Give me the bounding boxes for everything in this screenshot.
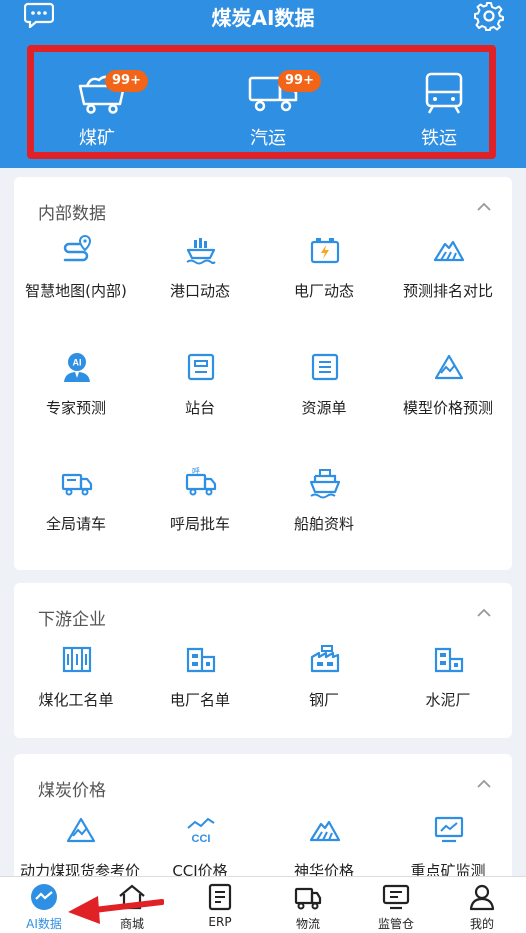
factory-building-icon [186,647,216,673]
grid-item-platform[interactable]: 站台 [138,351,262,431]
grid-item-label: 预测排名对比 [402,282,493,300]
user-icon [469,884,495,911]
cement-building-icon [434,647,464,673]
chevron-up-icon[interactable] [476,776,492,792]
tab-label: 我的 [469,917,494,931]
coal-pile-icon [433,240,465,262]
grid-item-label: 电厂名单 [169,691,230,709]
mountain-chart-icon [66,817,96,843]
grid-item-global-car-request[interactable]: 全局请车 [14,467,138,547]
tab-erp[interactable]: ERP [176,877,264,933]
grid-item-label: 站台 [184,399,215,417]
coal-pile-icon [309,820,341,842]
coal-mine-entry[interactable]: 99+ 煤矿 [37,60,157,150]
section-title: 煤炭价格 [38,781,106,801]
grid-item-label: 煤化工名单 [38,691,114,709]
battery-icon [310,238,340,264]
transport-panel: 99+ 煤矿 99+ 汽运 铁运 [27,45,496,159]
ai-expert-icon: AI [64,353,90,382]
grid-item-label: 船舶资料 [293,515,354,533]
document-icon [311,353,339,381]
train-icon [425,72,463,114]
truck-icon [294,887,322,910]
grid-item-smart-map[interactable]: 智慧地图(内部) [14,234,138,314]
truck-transport-entry[interactable]: 99+ 汽运 [208,60,328,150]
grid-item-label: 电厂动态 [293,282,354,300]
grid-item-ship-info[interactable]: 船舶资料 [262,467,386,547]
document-icon [208,883,232,911]
grid-item-model-price[interactable]: 模型价格预测 [386,351,510,431]
grid-item-label: 专家预测 [45,399,106,417]
grid-item-label: 港口动态 [169,282,230,300]
tab-logistics[interactable]: 物流 [264,877,352,933]
annotation-arrow [68,896,164,924]
truck-approval-icon: 呼 [185,467,217,496]
app-title: 煤炭AI数据 [211,6,315,30]
grid-item-bureau-approval[interactable]: 呼 呼局批车 [138,467,262,547]
top-bar: 煤炭AI数据 [0,0,526,34]
ship-icon [186,238,216,265]
tab-label: 物流 [295,917,320,931]
section-title: 内部数据 [38,204,106,224]
grid-item-plant-list[interactable]: 电厂名单 [138,643,262,723]
chevron-up-icon[interactable] [476,605,492,621]
grid-item-label: 钢厂 [308,691,339,709]
platform-icon [187,353,215,381]
grid-item-expert-forecast[interactable]: AI 专家预测 [14,351,138,431]
truck-transport-label: 汽运 [250,128,286,149]
coal-price-card: 煤炭价格 动力煤现货参考价 CCI CCI价格 神华价格 重点矿监测 [14,754,512,884]
ai-chart-icon [31,884,57,910]
tab-label: ERP [208,915,232,929]
truck-icon [61,473,93,496]
grid-item-cement-plant[interactable]: 水泥厂 [386,643,510,723]
grid-item-plant-dynamics[interactable]: 电厂动态 [262,234,386,314]
grid-item-label: 水泥厂 [425,691,471,709]
coal-mine-badge: 99+ [105,70,148,92]
section-title: 下游企业 [38,610,106,630]
monitor-chart-icon [434,816,464,843]
grid-item-coal-chemical[interactable]: 煤化工名单 [14,643,138,723]
steel-plant-icon [310,645,340,673]
grid-item-label: 资源单 [301,399,347,417]
grid-item-label: 模型价格预测 [402,399,493,417]
coal-mine-label: 煤矿 [79,128,115,149]
grid-item-label: 呼局批车 [169,515,230,533]
ship-icon [309,469,341,499]
rail-transport-label: 铁运 [421,128,457,149]
building-icon [62,646,92,673]
grid-item-label: 智慧地图(内部) [25,282,127,300]
cci-chart-icon: CCI [187,817,215,845]
header: 煤炭AI数据 99+ 煤矿 99+ 汽运 铁运 [0,0,526,168]
grid-item-port-dynamics[interactable]: 港口动态 [138,234,262,314]
map-route-icon [63,234,92,262]
mountain-chart-icon [434,354,464,380]
grid-item-forecast-ranking[interactable]: 预测排名对比 [386,234,510,314]
downstream-card: 下游企业 煤化工名单 电厂名单 钢厂 水泥厂 [14,583,512,738]
chevron-up-icon[interactable] [476,199,492,215]
hu-text: 呼 [192,467,200,476]
monitor-icon [382,884,410,910]
gear-icon[interactable] [474,1,504,31]
grid-item-resource-list[interactable]: 资源单 [262,351,386,431]
grid-item-steel-plant[interactable]: 钢厂 [262,643,386,723]
ai-text: AI [73,358,82,368]
cci-text: CCI [192,833,211,845]
rail-transport-entry[interactable]: 铁运 [379,60,499,150]
internal-data-card: 内部数据 智慧地图(内部) 港口动态 电厂动态 预测排名对比 AI 专家预测 站… [14,177,512,570]
tab-supervision[interactable]: 监管仓 [352,877,440,933]
grid-item-label: 全局请车 [45,515,106,533]
tab-mine[interactable]: 我的 [438,877,526,933]
truck-transport-badge: 99+ [278,70,321,92]
tab-label: 监管仓 [377,917,414,931]
